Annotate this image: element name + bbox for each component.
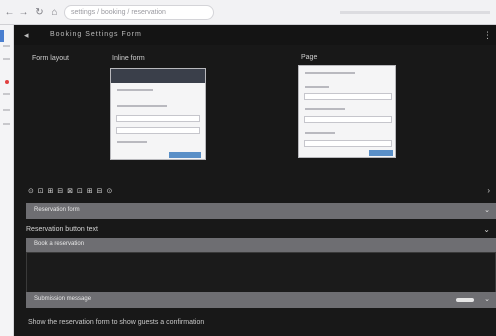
inline-form-label: Inline form bbox=[112, 55, 145, 62]
preview-line bbox=[117, 89, 153, 91]
sidebar-item[interactable] bbox=[3, 45, 10, 47]
page-preview[interactable] bbox=[298, 65, 396, 158]
sidebar-item[interactable] bbox=[3, 123, 10, 125]
notification-dot bbox=[5, 80, 9, 84]
home-icon[interactable]: ⌂ bbox=[49, 7, 60, 18]
toggle-indicator bbox=[456, 298, 474, 302]
chevron-down-icon: ⌄ bbox=[484, 296, 490, 303]
preview-field bbox=[116, 127, 200, 134]
back-arrow-icon[interactable]: ◂ bbox=[24, 30, 29, 41]
preview-line bbox=[117, 141, 147, 143]
more-icon[interactable]: ⋮ bbox=[483, 30, 492, 41]
forward-icon[interactable]: → bbox=[18, 7, 29, 18]
page-label: Page bbox=[301, 54, 318, 61]
preview-header bbox=[111, 69, 205, 83]
sidebar-active-indicator bbox=[0, 30, 4, 42]
left-sidebar bbox=[0, 25, 14, 336]
chevron-right-icon[interactable]: › bbox=[487, 186, 490, 195]
preview-line bbox=[305, 86, 329, 88]
address-bar[interactable]: settings / booking / reservation bbox=[64, 5, 214, 20]
browser-toolbar: ← → ↻ ⌂ settings / booking / reservation bbox=[0, 0, 496, 25]
editor-panel: ◂ Booking Settings Form ⋮ Form layout In… bbox=[14, 25, 496, 336]
select-value: Reservation form bbox=[34, 207, 80, 213]
breadcrumb: Booking Settings Form bbox=[50, 31, 142, 38]
preview-button bbox=[169, 152, 201, 158]
sidebar-item[interactable] bbox=[3, 109, 10, 111]
layout-label: Form layout bbox=[32, 55, 69, 62]
sidebar-item[interactable] bbox=[3, 58, 10, 60]
reservation-form-select[interactable]: Reservation form ⌄ bbox=[26, 203, 496, 219]
panel-header: ◂ Booking Settings Form ⋮ bbox=[14, 25, 496, 45]
preview-line bbox=[305, 72, 355, 74]
text-area[interactable] bbox=[26, 252, 496, 294]
preview-line bbox=[305, 108, 345, 110]
input-value: Book a reservation bbox=[34, 241, 85, 247]
inline-form-preview[interactable] bbox=[110, 68, 206, 160]
preview-field bbox=[304, 140, 392, 147]
chevron-down-icon: ⌄ bbox=[484, 207, 490, 214]
preview-field bbox=[304, 116, 392, 123]
helper-text: Show the reservation form to show guests… bbox=[28, 319, 205, 326]
toolbar-divider bbox=[340, 11, 490, 14]
preview-field bbox=[304, 93, 392, 100]
chevron-down-icon[interactable]: ⌄ bbox=[483, 225, 490, 234]
select-value: Submission message bbox=[34, 296, 92, 302]
preview-field bbox=[116, 115, 200, 122]
back-icon[interactable]: ← bbox=[4, 7, 15, 18]
preview-line bbox=[305, 132, 335, 134]
submission-message-select[interactable]: Submission message ⌄ bbox=[26, 292, 496, 308]
button-text-label: Reservation button text bbox=[26, 226, 98, 233]
preview-button bbox=[369, 150, 393, 156]
format-toolbar[interactable]: ⊙ ⊡ ⊞ ⊟ ⊠ ⊡ ⊞ ⊟ ⊙ bbox=[28, 187, 113, 195]
sidebar-item[interactable] bbox=[3, 93, 10, 95]
reload-icon[interactable]: ↻ bbox=[34, 7, 45, 18]
preview-line bbox=[117, 105, 167, 107]
button-text-input[interactable]: Book a reservation bbox=[26, 238, 496, 252]
